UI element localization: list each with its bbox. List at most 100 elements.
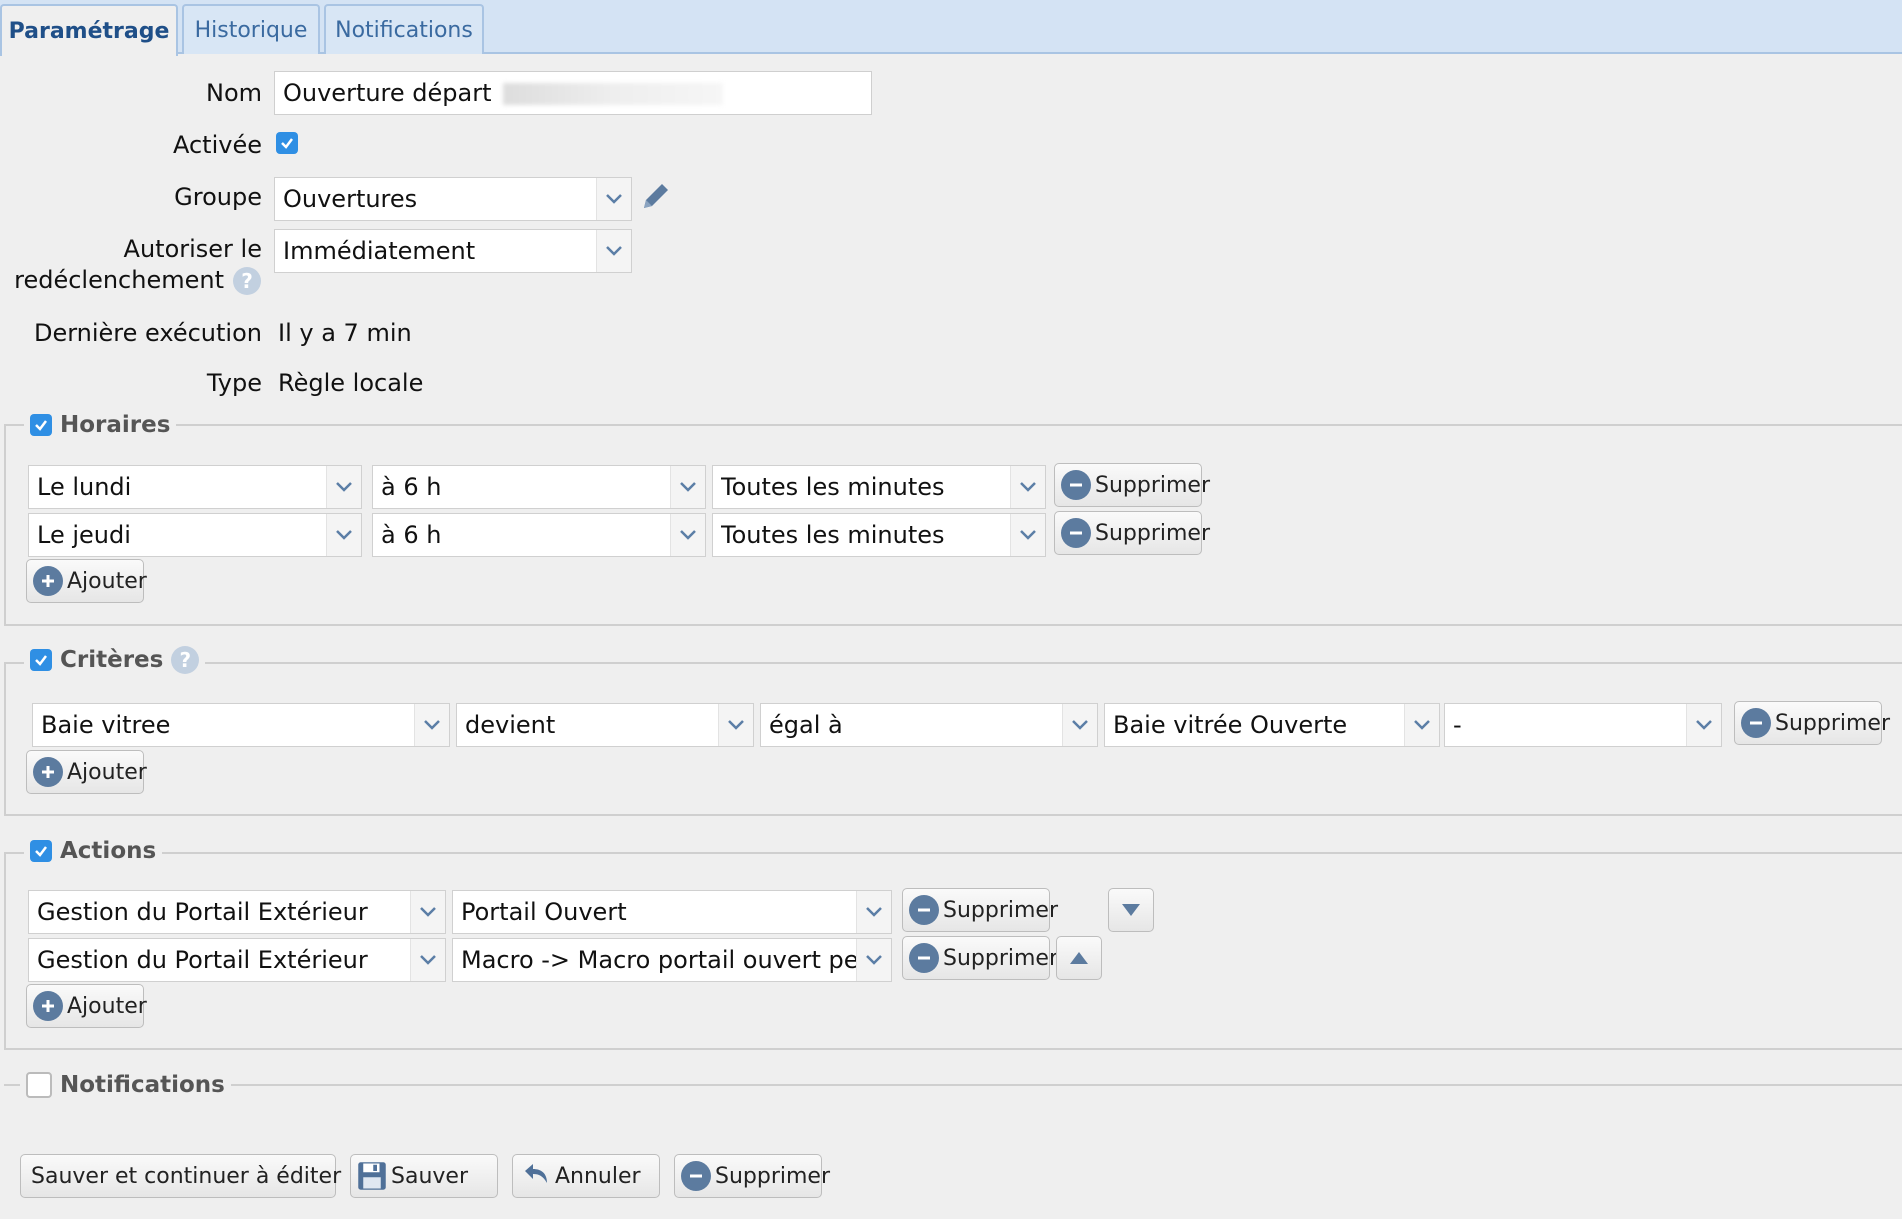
minus-icon [909, 943, 939, 973]
chevron-down-icon [410, 891, 445, 933]
delete-button[interactable]: Supprimer [902, 936, 1058, 980]
critere-value-select[interactable]: Baie vitrée Ouverte [1104, 703, 1440, 747]
tab-notifications[interactable]: Notifications [324, 4, 484, 54]
horaire-jour-select[interactable]: Le jeudi [28, 513, 362, 557]
tab-label: Historique [194, 17, 308, 43]
select-value: Toutes les minutes [721, 473, 945, 501]
actions-title: Actions [60, 838, 157, 864]
actions-legend: Actions [24, 836, 163, 866]
chevron-down-icon [410, 939, 445, 981]
help-icon[interactable]: ? [233, 267, 261, 295]
notifications-title: Notifications [60, 1072, 225, 1098]
critere-extra-select[interactable]: - [1444, 703, 1722, 747]
minus-icon [1741, 708, 1771, 738]
action-select[interactable]: Macro -> Macro portail ouvert penda [452, 938, 892, 982]
select-value: Macro -> Macro portail ouvert penda [461, 946, 891, 974]
chevron-down-icon [1686, 704, 1721, 746]
actions-checkbox[interactable] [30, 840, 52, 862]
notifications-checkbox[interactable] [26, 1072, 52, 1098]
chevron-down-icon [596, 230, 631, 272]
action-device-select[interactable]: Gestion du Portail Extérieur [28, 938, 446, 982]
horaire-minutes-select[interactable]: Toutes les minutes [712, 465, 1046, 509]
derniere-execution-value: Il y a 7 min [278, 319, 412, 347]
button-label: Supprimer [1095, 520, 1211, 546]
redeclenchement-label: redéclenchement [14, 266, 224, 294]
add-critere-button[interactable]: Ajouter [26, 750, 147, 794]
chevron-down-icon [326, 514, 361, 556]
select-value: Gestion du Portail Extérieur [37, 946, 368, 974]
notifications-divider [4, 1084, 1902, 1086]
tab-label: Paramétrage [8, 18, 170, 44]
minus-icon [1061, 518, 1091, 548]
button-label: Supprimer [715, 1163, 831, 1189]
select-value: - [1453, 711, 1462, 739]
button-label: Annuler [555, 1163, 641, 1189]
select-value: devient [465, 711, 556, 739]
horaire-heure-select[interactable]: à 6 h [372, 465, 706, 509]
delete-button[interactable]: Supprimer [1734, 701, 1890, 745]
chevron-down-icon [596, 178, 631, 220]
check-icon [33, 843, 49, 859]
delete-button[interactable]: Supprimer [1054, 463, 1210, 507]
tab-historique[interactable]: Historique [182, 4, 320, 54]
type-value: Règle locale [278, 369, 424, 397]
tab-parametrage[interactable]: Paramétrage [0, 4, 178, 56]
nom-input[interactable]: Ouverture départ [274, 71, 872, 115]
save-continue-button[interactable]: Sauver et continuer à éditer [20, 1154, 341, 1198]
action-device-select[interactable]: Gestion du Portail Extérieur [28, 890, 446, 934]
horaire-minutes-select[interactable]: Toutes les minutes [712, 513, 1046, 557]
chevron-down-icon [326, 466, 361, 508]
chevron-down-icon [670, 514, 705, 556]
groupe-select[interactable]: Ouvertures [274, 177, 632, 221]
select-value: Le lundi [37, 473, 132, 501]
autoriser-value: Immédiatement [283, 237, 476, 265]
select-value: Le jeudi [37, 521, 131, 549]
groupe-label: Groupe [174, 183, 262, 211]
minus-icon [681, 1161, 711, 1191]
add-action-button[interactable]: Ajouter [26, 984, 147, 1028]
triangle-up-icon [1070, 952, 1088, 964]
criteres-title: Critères [60, 647, 164, 673]
delete-button[interactable]: Supprimer [1054, 511, 1210, 555]
autoriser-select[interactable]: Immédiatement [274, 229, 632, 273]
critere-event-select[interactable]: devient [456, 703, 754, 747]
blurred-text [503, 83, 724, 105]
autoriser-label: Autoriser le [123, 235, 262, 263]
pencil-edit-icon[interactable] [638, 180, 672, 214]
criteres-checkbox[interactable] [30, 649, 52, 671]
delete-button[interactable]: Supprimer [902, 888, 1058, 932]
help-icon[interactable]: ? [171, 646, 200, 674]
chevron-down-icon [670, 466, 705, 508]
horaire-heure-select[interactable]: à 6 h [372, 513, 706, 557]
move-down-button[interactable] [1108, 888, 1154, 932]
critere-device-select[interactable]: Baie vitree [32, 703, 450, 747]
activee-checkbox[interactable] [276, 132, 298, 154]
move-up-button[interactable] [1056, 936, 1102, 980]
check-icon [279, 135, 295, 151]
check-icon [33, 417, 49, 433]
button-label: Sauver et continuer à éditer [31, 1163, 342, 1189]
chevron-down-icon [856, 939, 891, 981]
select-value: Gestion du Portail Extérieur [37, 898, 368, 926]
horaire-jour-select[interactable]: Le lundi [28, 465, 362, 509]
select-value: égal à [769, 711, 843, 739]
save-button[interactable]: Sauver [350, 1154, 498, 1198]
cancel-button[interactable]: Annuler [512, 1154, 660, 1198]
horaires-legend: Horaires [24, 410, 177, 440]
plus-icon [33, 566, 63, 596]
chevron-down-icon [1062, 704, 1097, 746]
button-label: Ajouter [67, 759, 147, 785]
button-label: Supprimer [943, 945, 1059, 971]
horaires-checkbox[interactable] [30, 414, 52, 436]
minus-icon [909, 895, 939, 925]
delete-rule-button[interactable]: Supprimer [674, 1154, 830, 1198]
button-label: Ajouter [67, 568, 147, 594]
chevron-down-icon [1010, 514, 1045, 556]
button-label: Sauver [391, 1163, 468, 1189]
select-value: Toutes les minutes [721, 521, 945, 549]
action-select[interactable]: Portail Ouvert [452, 890, 892, 934]
critere-operator-select[interactable]: égal à [760, 703, 1098, 747]
button-label: Supprimer [1775, 710, 1891, 736]
floppy-disk-icon [357, 1161, 387, 1191]
add-horaire-button[interactable]: Ajouter [26, 559, 147, 603]
